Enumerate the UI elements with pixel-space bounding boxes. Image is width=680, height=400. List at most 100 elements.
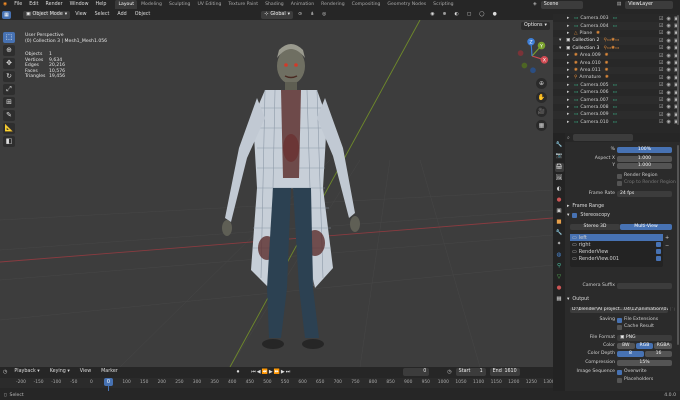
checkbox-icon[interactable]: ☑ [659,104,663,110]
zombie-character-model[interactable] [195,38,385,367]
visibility-eye-icon[interactable]: ◉ [666,45,670,51]
checkbox-icon[interactable]: ☑ [659,67,663,73]
view-layer-tab-icon[interactable]: 🖼 [555,174,564,183]
placeholders-checkbox[interactable]: Placeholders [617,377,653,383]
constraints-tab-icon[interactable]: ⚲ [555,262,564,271]
workspace-tab-geometry-nodes[interactable]: Geometry Nodes [384,0,429,9]
scene-selector[interactable]: Scene [540,0,583,9]
visibility-icon[interactable]: ◉ [427,9,437,20]
visibility-eye-icon[interactable]: ◉ [666,30,670,36]
playhead[interactable]: 0 [104,378,113,386]
annotate-tool-icon[interactable]: ✎ [3,110,15,121]
color-depth-16-button[interactable]: 16 [645,351,672,357]
stereoscopy-panel-header[interactable]: ▾ Stereoscopy [567,212,610,219]
particles-tab-icon[interactable]: ✦ [555,240,564,249]
record-button-icon[interactable]: ⏺ [237,369,240,375]
checkbox-icon[interactable]: ☑ [659,16,663,22]
camera-suffix-field[interactable] [617,283,672,289]
search-icon[interactable]: ⌕ [567,135,570,141]
checkbox-icon[interactable]: ☑ [659,97,663,103]
physics-tab-icon[interactable]: ◍ [555,251,564,260]
outliner-row[interactable]: ▸▭Camera.008▭☑◉▣ [553,104,680,111]
aspect-x-field[interactable]: 1.000 [617,156,672,162]
outliner-row[interactable]: ▸△Plane✺☑◉▣ [553,30,680,37]
folder-icon[interactable]: 🗀 [670,307,675,315]
chevron-right-icon[interactable]: ▸ [567,53,572,58]
frame-rate-dropdown[interactable]: 24 fps [617,191,672,197]
workspace-tab-layout[interactable]: Layout [115,0,138,9]
multi-view-button[interactable]: Multi-View [620,224,672,230]
scene-tab-icon[interactable]: ◐ [555,185,564,194]
workspace-tab-rendering[interactable]: Rendering [318,0,347,9]
workspace-tab-scripting[interactable]: Scripting [430,0,456,9]
material-tab-icon[interactable]: ● [555,284,564,293]
chevron-right-icon[interactable]: ▸ [567,120,572,125]
visibility-eye-icon[interactable]: ◉ [666,112,670,118]
chevron-down-icon[interactable]: ▾ [559,46,564,51]
zoom-icon[interactable]: ⊕ [536,78,547,89]
view-layer-selector[interactable]: ViewLayer [625,0,674,9]
chevron-right-icon[interactable]: ▸ [567,112,572,117]
checkbox-icon[interactable]: ☑ [659,53,663,59]
outliner-row[interactable]: ▸✺Area.009✺☑◉▣ [553,52,680,60]
outliner-row[interactable]: ▸⚲Armature✺☑◉▣ [553,74,680,81]
chevron-right-icon[interactable]: ▸ [567,90,572,95]
chevron-right-icon[interactable]: ▸ [567,61,572,66]
list-item[interactable]: ▭ right [570,241,663,248]
workspace-tab-animation[interactable]: Animation [288,0,317,9]
menu-object[interactable]: Object [132,9,154,20]
visibility-eye-icon[interactable]: ◉ [666,53,670,59]
data-tab-icon[interactable]: ▽ [555,273,564,282]
proportional-edit-icon[interactable]: ◎ [319,9,329,20]
camera-view-icon[interactable]: 🎥 [536,106,547,117]
menu-view[interactable]: View [72,9,89,20]
list-item[interactable]: ▭ RenderView [570,248,663,255]
options-dropdown[interactable]: Options ▾ [521,22,550,30]
end-frame-field[interactable]: End 1610 [489,368,520,376]
menu-view[interactable]: View [77,367,94,377]
workspace-tab-texture-paint[interactable]: Texture Paint [225,0,261,9]
object-tab-icon[interactable]: ■ [555,218,564,227]
file-extensions-checkbox[interactable]: File Extensions [617,317,658,323]
checkbox-icon[interactable]: ☑ [659,119,663,125]
visibility-eye-icon[interactable]: ◉ [666,97,670,103]
measure-tool-icon[interactable]: 📐 [3,123,15,134]
menu-marker[interactable]: Marker [98,367,121,377]
checkbox-icon[interactable]: ☑ [659,82,663,88]
visibility-eye-icon[interactable]: ◉ [666,23,670,29]
snap-icon[interactable]: ⋔ [307,9,317,20]
views-list[interactable]: ▭ left ▭ right ▭ RenderView ▭ RenderView.001 [570,234,663,267]
gizmo-toggle-icon[interactable]: ⊕ [440,9,450,20]
workspace-tab-sculpting[interactable]: Sculpting [166,0,193,9]
outliner-row[interactable]: ▸▭Camera.004▭☑◉▣ [553,22,680,30]
outliner-row[interactable]: ▸▭Camera.003▭☑◉▣ [553,15,680,22]
visibility-eye-icon[interactable]: ◉ [666,75,670,81]
render-tab-icon[interactable]: 📷 [555,152,564,161]
outliner-row[interactable]: ▸✺Area.010✺☑◉▣ [553,59,680,66]
select-box-tool-icon[interactable]: ⬚ [3,32,15,43]
world-tab-icon[interactable]: ● [555,196,564,205]
outliner-row[interactable]: ▸▭Camera.006▭☑◉▣ [553,89,680,96]
pivot-icon[interactable]: ⊙ [295,9,305,20]
checkbox-icon[interactable]: ☑ [659,30,663,36]
menu-render[interactable]: Render [43,0,66,9]
output-panel-header[interactable]: ▾ Output [567,296,589,303]
chevron-right-icon[interactable]: ▸ [567,105,572,110]
checkbox-icon[interactable]: ☑ [659,112,663,118]
output-path-field[interactable]: D:\blender\AI project...04\12\animation\… [570,307,668,313]
modifier-tab-icon[interactable]: 🔧 [555,229,564,238]
menu-playback[interactable]: Playback ▾ [11,367,42,377]
playback-controls[interactable]: ⏮◀⏪▶⏩▶⏭ [251,369,291,375]
cursor-tool-icon[interactable]: ⊕ [3,45,15,56]
outliner-row[interactable]: ▾▣Collection 3⚲▭✺▭☑◉▣ [553,45,680,52]
color-rgb-button[interactable]: RGB [635,343,654,349]
visibility-eye-icon[interactable]: ◉ [666,104,670,110]
pan-hand-icon[interactable]: ✋ [536,92,547,103]
outliner-row[interactable]: ▸▭Camera.005▭☑◉▣ [553,81,680,89]
texture-tab-icon[interactable]: ▦ [555,295,564,304]
file-format-dropdown[interactable]: ▣ PNG [617,335,672,341]
workspace-tab-shading[interactable]: Shading [262,0,287,9]
chevron-right-icon[interactable]: ▸ [567,83,572,88]
checkbox-icon[interactable]: ☑ [659,45,663,51]
transform-tool-icon[interactable]: ⊞ [3,97,15,108]
